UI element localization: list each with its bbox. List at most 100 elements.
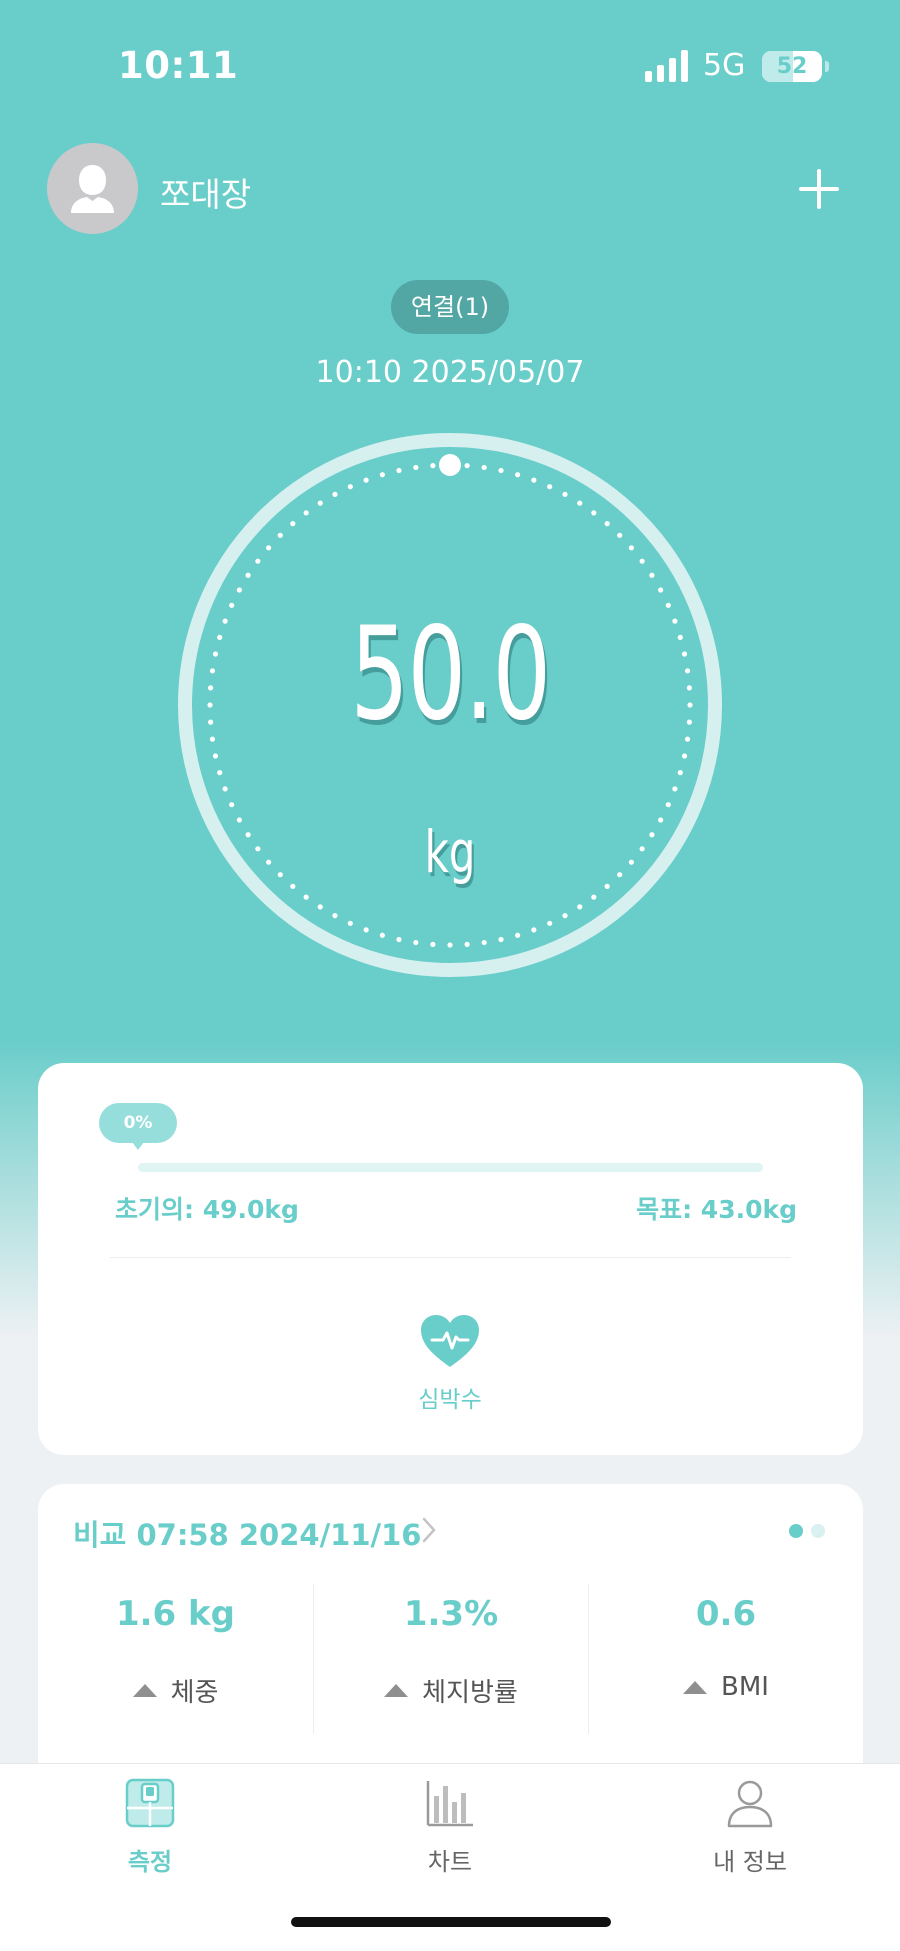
tab-label: 내 정보: [713, 1848, 787, 1876]
dial-dot: [212, 753, 219, 759]
dial-dot: [396, 936, 402, 943]
dial-dot: [363, 477, 369, 483]
dial-dot: [245, 832, 251, 838]
dial-dot: [649, 832, 655, 838]
dial-dot: [672, 786, 678, 792]
progress-badge: 0%: [99, 1103, 177, 1150]
dial-dot: [430, 941, 436, 947]
dial-dot: [379, 932, 385, 938]
dial-dot: [672, 618, 678, 624]
dial-dot: [515, 472, 521, 478]
dial-dot: [317, 904, 323, 910]
stat-label: 체중: [170, 1678, 219, 1708]
dial-dot: [481, 464, 487, 471]
user-name[interactable]: 쪼대장: [160, 168, 251, 216]
measurement-datetime: 10:10 2025/05/07: [315, 355, 585, 390]
dial-dot: [277, 532, 283, 538]
dial-dot: [681, 753, 688, 759]
stat-value: 1.3%: [403, 1594, 499, 1634]
status-bar: 10:11 5G 52: [0, 0, 900, 130]
battery-level: 52: [776, 54, 808, 79]
stat-weight-change: 1.6 kg 체중: [38, 1584, 313, 1734]
tab-my-info[interactable]: 내 정보: [600, 1778, 900, 1878]
dial-dot: [332, 491, 338, 497]
page-indicator: [789, 1524, 825, 1538]
dial-dot: [217, 770, 223, 776]
heart-rate-label: 심박수: [418, 1387, 482, 1413]
dial-dot: [591, 894, 597, 900]
avatar[interactable]: [47, 143, 138, 234]
connection-button[interactable]: 연결(1): [391, 280, 509, 334]
dial-dot: [687, 702, 693, 708]
dial-dot: [464, 941, 470, 947]
trend-up-icon: [132, 1684, 157, 1697]
status-time: 10:11: [118, 44, 239, 87]
battery-icon: 52: [762, 51, 822, 82]
dial-dot: [547, 920, 553, 926]
chevron-right-icon[interactable]: [422, 1517, 436, 1543]
dial-dot: [591, 510, 597, 516]
compare-title[interactable]: 비교 07:58 2024/11/16: [73, 1512, 421, 1554]
dial-dot: [531, 477, 537, 483]
dial-dot: [229, 802, 235, 808]
person-silhouette-icon: [71, 165, 114, 213]
tab-chart[interactable]: 차트: [300, 1778, 600, 1878]
dial-dot: [317, 500, 323, 506]
dial-dot: [481, 939, 487, 946]
stat-label: 체지방률: [422, 1678, 518, 1708]
stat-label: BMI: [721, 1672, 769, 1702]
dial-indicator: [439, 454, 461, 476]
tab-measure[interactable]: 측정: [0, 1778, 300, 1878]
dial-dot: [686, 685, 692, 691]
divider: [110, 1257, 791, 1258]
heart-pulse-icon: [421, 1315, 479, 1367]
dial-dot: [562, 491, 568, 497]
scale-icon: [125, 1778, 175, 1828]
dial-dot: [347, 484, 353, 490]
trend-up-icon: [384, 1684, 409, 1697]
dial-dot: [217, 634, 223, 640]
home-indicator: [291, 1917, 611, 1927]
dial-dot: [617, 532, 623, 538]
dial-dot: [209, 668, 216, 674]
dial-dot: [245, 572, 251, 578]
dial-dot: [515, 932, 521, 938]
page-dot: [811, 1524, 825, 1538]
dial-dot: [658, 587, 664, 593]
page-dot-active: [789, 1524, 803, 1538]
dial-dot: [665, 602, 671, 608]
dial-dot: [681, 651, 688, 657]
dial-dot: [363, 927, 369, 933]
dial-dot: [413, 464, 419, 471]
dial-dot: [209, 736, 216, 742]
dial-dot: [447, 942, 453, 948]
dial-dot: [684, 668, 691, 674]
dial-dot: [639, 558, 645, 564]
stat-value: 1.6 kg: [115, 1594, 236, 1634]
dial-dot: [379, 472, 385, 478]
dial-dot: [677, 634, 683, 640]
dial-dot: [562, 913, 568, 919]
dial-dot: [464, 463, 470, 469]
weight-value: 50.0: [350, 600, 551, 749]
dial-dot: [208, 719, 214, 725]
dial-dot: [686, 719, 692, 725]
dial-dot: [266, 545, 272, 551]
dial-dot: [208, 685, 214, 691]
dial-dot: [332, 913, 338, 919]
dial-dot: [413, 939, 419, 946]
initial-weight-label: 초기의: 49.0kg: [115, 1195, 299, 1224]
weight-unit: kg: [424, 818, 476, 886]
dial-dot: [577, 500, 583, 506]
battery-cap: [825, 61, 829, 72]
plus-icon[interactable]: [796, 166, 842, 212]
dial-dot: [604, 521, 610, 527]
dial-dot: [547, 484, 553, 490]
heart-rate-button[interactable]: 심박수: [375, 1313, 525, 1423]
stat-body-fat-change: 1.3% 체지방률: [313, 1584, 588, 1734]
stat-bmi-change: 0.6 BMI: [588, 1584, 863, 1734]
dial-dot: [498, 936, 504, 943]
dial-dot: [236, 587, 242, 593]
dial-dot: [396, 467, 402, 474]
dial-dot: [577, 904, 583, 910]
